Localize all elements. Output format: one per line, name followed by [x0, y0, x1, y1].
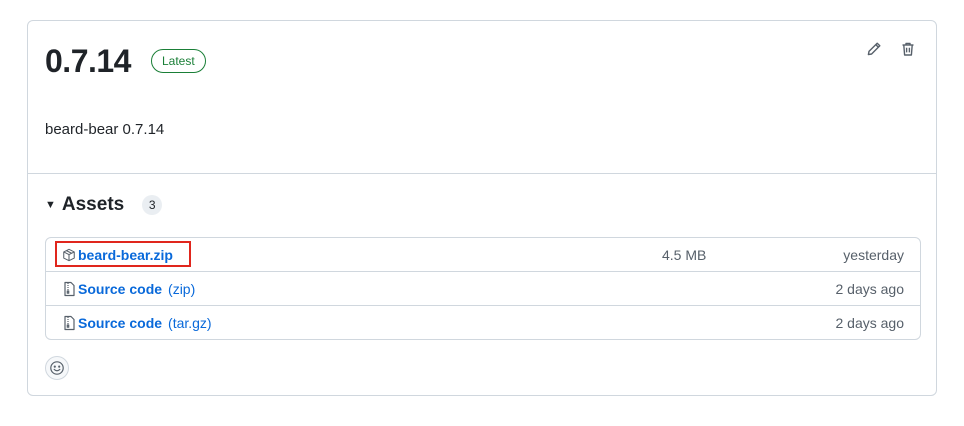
asset-date: yesterday	[843, 246, 904, 263]
pencil-icon[interactable]	[866, 41, 882, 57]
asset-name: Source code	[78, 314, 163, 331]
asset-format: (tar.gz)	[168, 314, 212, 331]
release-version-title[interactable]: 0.7.14	[45, 41, 131, 81]
add-reaction-button[interactable]	[45, 356, 69, 380]
package-icon	[62, 247, 76, 263]
assets-list: beard-bear.zip 4.5 MB yesterday Source c…	[45, 237, 921, 340]
latest-badge: Latest	[150, 49, 206, 73]
asset-date: 2 days ago	[835, 280, 905, 297]
release-notes: beard-bear 0.7.14	[45, 121, 165, 138]
asset-date: 2 days ago	[835, 314, 905, 331]
asset-size: 4.5 MB	[662, 246, 707, 263]
release-actions	[866, 41, 916, 57]
caret-down-icon: ▼	[45, 199, 56, 211]
asset-name: beard-bear.zip	[78, 246, 173, 263]
asset-row: Source code (tar.gz) 2 days ago	[46, 305, 920, 339]
asset-link-source-targz[interactable]: Source code (tar.gz)	[62, 315, 212, 331]
asset-name: Source code	[78, 280, 163, 297]
release-card: 0.7.14 Latest beard-bear 0.7.14 ▼ Assets…	[27, 20, 937, 396]
asset-link-beard-bear-zip[interactable]: beard-bear.zip	[62, 247, 173, 263]
asset-link-source-zip[interactable]: Source code (zip)	[62, 281, 195, 297]
trash-icon[interactable]	[900, 41, 916, 57]
asset-row: Source code (zip) 2 days ago	[46, 271, 920, 305]
asset-format: (zip)	[168, 280, 196, 297]
smiley-icon	[50, 361, 64, 375]
file-zip-icon	[62, 315, 76, 331]
assets-title: Assets	[61, 194, 125, 215]
section-divider	[28, 173, 936, 174]
asset-row: beard-bear.zip 4.5 MB yesterday	[46, 238, 920, 271]
assets-toggle[interactable]: ▼ Assets 3	[45, 194, 163, 216]
assets-count-badge: 3	[142, 195, 163, 215]
file-zip-icon	[62, 281, 76, 297]
release-header: 0.7.14 Latest	[45, 41, 206, 81]
